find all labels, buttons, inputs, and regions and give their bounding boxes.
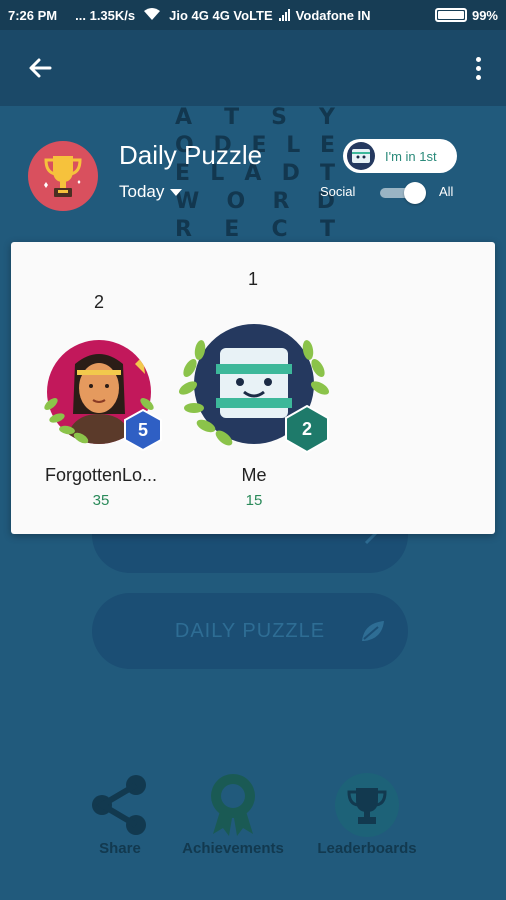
page-title: Daily Puzzle xyxy=(119,140,263,170)
battery-icon xyxy=(434,8,467,22)
grid-letter: D xyxy=(281,161,300,186)
leaf-icon xyxy=(360,619,386,649)
overflow-menu-icon[interactable] xyxy=(470,52,486,84)
grid-letter: E xyxy=(224,217,240,242)
daily-puzzle-button-label: DAILY PUZZLE xyxy=(174,619,326,642)
share-icon xyxy=(60,770,180,840)
grid-letter: E xyxy=(319,133,335,158)
status-sim1: Jio 4G 4G VoLTE xyxy=(169,7,273,23)
social-all-switch[interactable] xyxy=(380,181,430,205)
trophy-leaderboard-icon xyxy=(307,770,427,840)
wifi-icon xyxy=(143,7,161,24)
level-badge-first-value: 2 xyxy=(301,418,312,439)
level-badge-second-value: 5 xyxy=(137,419,148,440)
status-bar: 7:26 PM ... 1.35K/s Jio 4G 4G VoLTE Voda… xyxy=(0,0,506,30)
grid-letter: O xyxy=(226,189,246,214)
player-score-second: 35 xyxy=(92,492,110,509)
status-time: 7:26 PM xyxy=(8,7,58,23)
grid-letter: R xyxy=(175,217,192,242)
toggle-all-label: All xyxy=(439,184,454,199)
letter-grid-row: WORD xyxy=(175,188,335,216)
status-network-speed: ... 1.35K/s xyxy=(75,7,136,23)
player-name-first: Me xyxy=(241,465,267,485)
trophy-icon xyxy=(28,141,98,211)
letter-grid-row: RECT xyxy=(175,216,335,244)
back-arrow-icon[interactable] xyxy=(24,52,56,84)
grid-letter: R xyxy=(272,189,290,214)
grid-letter: L xyxy=(286,133,301,158)
date-filter-dropdown[interactable]: Today xyxy=(119,182,183,202)
share-button[interactable]: Share xyxy=(60,770,180,857)
signal-icon xyxy=(278,9,290,21)
status-sim2: Vodafone IN xyxy=(295,7,371,23)
background-letter-grid: ATSYODELEELADTWORDRECT xyxy=(175,104,335,244)
grid-letter: T xyxy=(319,217,335,242)
player-name-second: ForgottenLo... xyxy=(44,465,158,485)
level-badge-second: 5 xyxy=(124,409,162,451)
my-rank-label: I'm in 1st xyxy=(385,148,437,164)
toggle-social-label: Social xyxy=(320,184,356,199)
grid-letter: A xyxy=(175,105,193,130)
rank-number-first: 1 xyxy=(248,269,259,289)
grid-letter: S xyxy=(271,105,287,130)
ribbon-medal-icon xyxy=(173,770,293,840)
app-bar xyxy=(0,30,506,106)
leaderboards-button[interactable]: Leaderboards xyxy=(307,770,427,857)
level-badge-first: 2 xyxy=(285,405,329,453)
leaderboards-label: Leaderboards xyxy=(317,840,417,857)
rank-number-second: 2 xyxy=(94,292,105,312)
podium-card: 2 5 ForgottenLo... 35 1 2 Me 15 xyxy=(11,242,495,534)
player-score-first: 15 xyxy=(245,492,263,509)
battery-level: 99% xyxy=(471,7,498,23)
date-filter-label: Today xyxy=(119,182,165,201)
grid-letter: T xyxy=(224,105,240,130)
caret-down-icon xyxy=(170,188,183,196)
grid-letter: Y xyxy=(319,105,335,130)
letter-grid-row: ATSY xyxy=(175,104,335,132)
robot-avatar-icon xyxy=(347,142,375,170)
daily-puzzle-button[interactable]: DAILY PUZZLE xyxy=(92,593,408,669)
my-rank-pill[interactable]: I'm in 1st xyxy=(343,139,457,173)
achievements-label: Achievements xyxy=(182,840,284,857)
achievements-button[interactable]: Achievements xyxy=(173,770,293,857)
grid-letter: C xyxy=(271,217,288,242)
share-label: Share xyxy=(99,840,141,857)
